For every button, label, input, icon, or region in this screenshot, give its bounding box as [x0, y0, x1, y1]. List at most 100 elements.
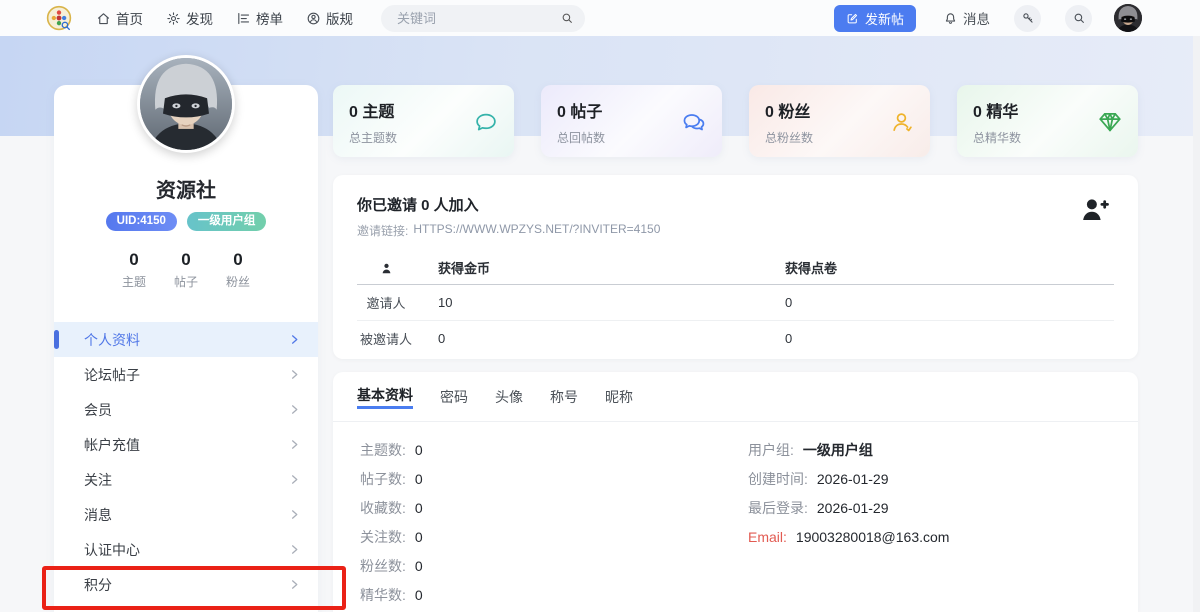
sidebar-item-messages[interactable]: 消息 — [54, 497, 318, 532]
stat-label: 主题 — [121, 275, 146, 289]
stat-followers: 0 粉丝 — [226, 250, 250, 290]
navbar: 首页 发现 榜单 版规 关键词 发新帖 消息 — [0, 0, 1200, 36]
nav-item-discover[interactable]: 发现 — [166, 8, 213, 28]
invite-link-label: 邀请链接: — [357, 224, 409, 238]
row-points: 0 — [785, 295, 793, 310]
key-icon — [1022, 13, 1033, 23]
detail-row-favorites: 收藏数: 0 — [360, 499, 423, 516]
invite-link-row: 邀请链接: HTTPS://WWW.WPZYS.NET/?INVITER=415… — [357, 222, 1114, 239]
edit-icon — [847, 13, 858, 23]
chevron-right-icon — [292, 405, 298, 414]
tab-avatar[interactable]: 头像 — [495, 387, 523, 407]
menu-label: 消息 — [84, 506, 112, 523]
stat-card-digest: 0 精华 总精华数 — [957, 85, 1138, 157]
profile-card: 资源社 UID:4150 一级用户组 0 主题 0 帖子 0 粉丝 个人资料 论… — [54, 55, 318, 612]
navbar-right: 发新帖 消息 — [833, 4, 1142, 32]
row-name: 被邀请人 — [359, 332, 412, 347]
chevron-right-icon — [292, 370, 298, 379]
profile-badges: UID:4150 一级用户组 — [54, 212, 318, 231]
nav-item-label: 版规 — [326, 12, 353, 27]
detail-row-following: 关注数: 0 — [360, 528, 423, 545]
nav-item-home[interactable]: 首页 — [96, 8, 143, 28]
messages-label: 消息 — [963, 12, 990, 27]
nav-item-rules[interactable]: 版规 — [306, 8, 353, 28]
bell-icon — [945, 12, 956, 24]
profile-username: 资源社 — [156, 180, 216, 202]
avatar-image — [1114, 4, 1142, 32]
menu-label: 积分 — [84, 576, 112, 593]
sidebar-menu: 个人资料 论坛帖子 会员 帐户充值 关注 消息 认证中心 积分 — [54, 322, 318, 602]
row-gold: 0 — [438, 331, 446, 346]
details-tabs: 基本资料 密码 头像 称号 昵称 — [333, 372, 1138, 422]
detail-row-posts: 帖子数: 0 — [360, 470, 423, 487]
gold-column-header: 获得金币 — [438, 261, 491, 276]
home-icon — [97, 12, 110, 24]
detail-row-fans: 粉丝数: 0 — [360, 557, 423, 574]
detail-row-digest: 精华数: 0 — [360, 586, 423, 603]
stat-posts: 0 帖子 — [174, 250, 198, 290]
stat-topics: 0 主题 — [122, 250, 146, 290]
detail-row-email: Email: 19003280018@163.com — [748, 528, 950, 545]
tab-nickname[interactable]: 昵称 — [605, 387, 633, 407]
user-icon — [382, 263, 390, 273]
tab-title[interactable]: 称号 — [550, 387, 578, 407]
search-icon[interactable] — [560, 11, 574, 25]
user-avatar[interactable] — [1114, 4, 1142, 32]
new-post-label: 发新帖 — [864, 11, 904, 27]
points-column-header: 获得点卷 — [785, 261, 838, 276]
stat-label: 粉丝 — [226, 275, 251, 289]
site-logo[interactable] — [46, 5, 72, 31]
stat-label: 帖子 — [173, 275, 198, 289]
stat-card-fans: 0 粉丝 总粉丝数 — [749, 85, 930, 157]
avatar-image — [140, 58, 232, 150]
profile-avatar[interactable] — [137, 55, 235, 153]
table-row: 邀请人 10 0 — [357, 285, 1114, 321]
nav-item-ranking[interactable]: 榜单 — [236, 8, 283, 28]
user-column-header — [357, 259, 415, 275]
tab-password[interactable]: 密码 — [440, 387, 468, 407]
chevron-right-icon — [292, 440, 298, 449]
row-name: 邀请人 — [366, 296, 406, 311]
detail-row-usergroup: 用户组: 一级用户组 — [748, 441, 873, 458]
stat-value: 0 — [181, 250, 191, 269]
profile-stats: 0 主题 0 帖子 0 粉丝 — [54, 250, 318, 290]
search-icon — [1074, 13, 1084, 23]
row-gold: 10 — [438, 295, 453, 310]
search-input[interactable] — [395, 9, 549, 27]
row-points: 0 — [785, 331, 793, 346]
stat-card-posts: 0 帖子 总回帖数 — [541, 85, 722, 157]
main-nav: 首页 发现 榜单 版规 — [96, 8, 353, 28]
sidebar-item-membership[interactable]: 会员 — [54, 392, 318, 427]
new-post-button[interactable]: 发新帖 — [833, 4, 916, 32]
sidebar-item-verification[interactable]: 认证中心 — [54, 532, 318, 567]
chevron-right-icon — [292, 335, 298, 344]
tab-basic-info[interactable]: 基本资料 — [357, 385, 413, 409]
forum-profile-page: 首页 发现 榜单 版规 关键词 发新帖 消息 资源社 UID:4150 一级用户… — [0, 0, 1200, 612]
diamond-icon — [1099, 113, 1121, 132]
rules-icon — [307, 12, 320, 24]
sidebar-item-following[interactable]: 关注 — [54, 462, 318, 497]
chevron-right-icon — [292, 580, 298, 589]
user-group-badge: 一级用户组 — [186, 212, 267, 231]
menu-label: 帐户充值 — [84, 436, 140, 453]
menu-label: 关注 — [84, 471, 112, 488]
invite-title: 你已邀请 0 人加入 — [357, 197, 479, 214]
menu-label: 论坛帖子 — [84, 366, 140, 383]
details-right-column: 用户组: 一级用户组 创建时间: 2026-01-29 最后登录: 2026-0… — [748, 435, 1128, 551]
chevron-right-icon — [292, 475, 298, 484]
sidebar-item-forum-posts[interactable]: 论坛帖子 — [54, 357, 318, 392]
menu-label: 会员 — [84, 401, 112, 418]
sidebar-item-points[interactable]: 积分 — [54, 567, 318, 602]
sidebar-item-recharge[interactable]: 帐户充值 — [54, 427, 318, 462]
scrollbar-track — [1193, 0, 1200, 612]
sidebar-item-profile[interactable]: 个人资料 — [54, 322, 318, 357]
nav-item-label: 发现 — [186, 12, 213, 27]
uid-badge: UID:4150 — [105, 212, 177, 231]
key-button[interactable] — [1014, 4, 1041, 32]
search-toggle-button[interactable] — [1065, 4, 1092, 32]
messages-button[interactable]: 消息 — [943, 8, 990, 28]
detail-row-created: 创建时间: 2026-01-29 — [748, 470, 889, 487]
table-row: 被邀请人 0 0 — [357, 321, 1114, 356]
person-plus-icon[interactable] — [1080, 195, 1110, 225]
profile-details-panel: 基本资料 密码 头像 称号 昵称 主题数: 0 帖子数: 0 收藏数: 0 关注… — [333, 372, 1138, 612]
